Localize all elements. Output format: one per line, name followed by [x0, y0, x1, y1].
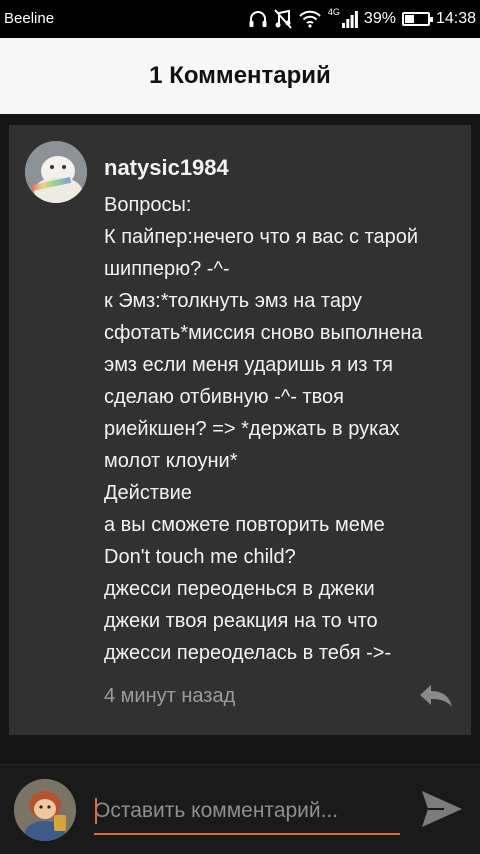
avatar[interactable] [25, 141, 87, 203]
comment-line: К пайпер:нечего что я вас с тарой [104, 226, 419, 248]
comment-line: шипперю? -^- [104, 258, 230, 280]
comment-input-bar [0, 764, 480, 854]
clock: 14:38 [435, 10, 476, 27]
comment-line: сделаю отбивную -^- твоя [104, 386, 344, 408]
reply-icon[interactable] [417, 681, 455, 711]
page-header: 1 Комментарий [0, 38, 480, 114]
comment-line: риейкшен? => *держать в руках [104, 418, 400, 440]
comment-card: natysic1984 Вопросы: К пайпер:нечего что… [9, 125, 471, 735]
comment-line: а вы сможете повторить меме [104, 514, 385, 536]
comment-username[interactable]: natysic1984 [104, 155, 229, 181]
comment-line: джесси переоделась в тебя ->- [104, 642, 392, 664]
comment-line: сфотать*миссия сново выполнена [104, 322, 423, 344]
battery-percent: 39% [363, 10, 396, 27]
comment-line: Вопросы: [104, 194, 192, 216]
comment-line: к Эмз:*толкнуть эмз на тару [104, 290, 362, 312]
battery-icon [401, 12, 433, 26]
comment-timestamp: 4 минут назад [104, 685, 236, 707]
text-cursor [95, 798, 97, 824]
status-bar: Beeline 4G 39% 14:38 [0, 0, 480, 38]
send-icon[interactable] [420, 789, 464, 829]
comment-line: эмз если меня ударишь я из тя [104, 354, 394, 376]
comment-line: джеки твоя реакция на то что [104, 610, 378, 632]
wifi-icon [298, 10, 322, 28]
comment-line: молот клоуни* [104, 450, 238, 472]
network-type: 4G [327, 7, 340, 17]
comment-line: джесси переоденься в джеки [104, 578, 375, 600]
comment-input[interactable] [94, 789, 400, 835]
page-title: 1 Комментарий [149, 62, 331, 89]
comment-text: Вопросы: К пайпер:нечего что я вас с тар… [104, 189, 464, 669]
signal-icon [341, 10, 358, 28]
status-icons: 4G 39% 14:38 [248, 6, 476, 32]
comment-line: Действие [104, 482, 192, 504]
avatar [14, 779, 76, 841]
headphones-icon [248, 10, 268, 28]
carrier-name: Beeline [4, 10, 55, 27]
comments-list[interactable]: natysic1984 Вопросы: К пайпер:нечего что… [0, 114, 480, 764]
comment-line: Don't touch me child? [104, 546, 296, 568]
mute-icon [274, 9, 292, 29]
